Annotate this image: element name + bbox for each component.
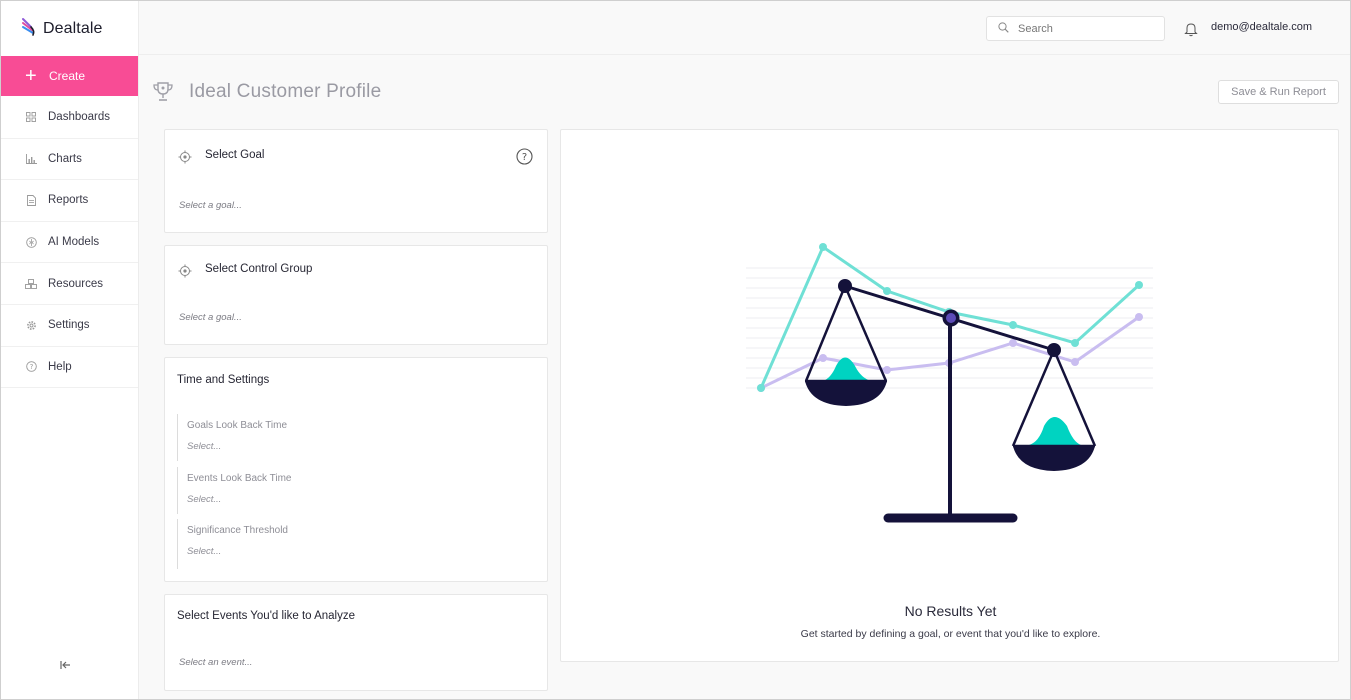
create-label: Create <box>49 69 86 83</box>
sidebar-item-label: AI Models <box>48 236 100 249</box>
sidebar-item-label: Help <box>48 360 72 373</box>
help-icon: ? <box>25 361 37 373</box>
setting-label: Goals Look Back Time <box>187 420 288 431</box>
trophy-icon <box>151 81 175 103</box>
time-settings-card: Time and Settings Goals Look Back Time S… <box>164 357 548 582</box>
select-goal-card: Select Goal ? Select a goal... <box>164 129 548 233</box>
select-events-card: Select Events You'd like to Analyze Sele… <box>164 594 548 691</box>
sidebar-nav: Dashboards Charts Reports AI Models Reso… <box>1 97 138 389</box>
search-input[interactable] <box>1018 22 1158 35</box>
search-box[interactable] <box>986 16 1165 41</box>
results-panel: No Results Yet Get started by defining a… <box>560 129 1339 662</box>
user-email[interactable]: demo@dealtale.com <box>1211 21 1312 33</box>
sidebar-item-help[interactable]: ? Help <box>1 347 138 389</box>
sidebar: Dealtale + Create Dashboards Charts Repo… <box>1 1 139 699</box>
question-icon[interactable]: ? <box>516 148 533 165</box>
target-icon <box>178 150 192 164</box>
plus-icon: + <box>25 65 37 87</box>
brand-name: Dealtale <box>43 20 103 37</box>
app-window: Dealtale + Create Dashboards Charts Repo… <box>0 0 1351 700</box>
bell-icon[interactable] <box>1184 21 1198 37</box>
sidebar-item-charts[interactable]: Charts <box>1 139 138 181</box>
goals-look-back-select[interactable]: Select... <box>187 441 517 452</box>
gear-icon <box>25 319 37 331</box>
goals-look-back-setting: Goals Look Back Time Select... <box>177 414 517 461</box>
no-results-title: No Results Yet <box>904 603 997 619</box>
brand[interactable]: Dealtale <box>21 17 103 41</box>
significance-threshold-select[interactable]: Select... <box>187 546 517 557</box>
sidebar-item-label: Reports <box>48 194 89 207</box>
select-events-title: Select Events You'd like to Analyze <box>177 610 356 622</box>
sidebar-item-ai-models[interactable]: AI Models <box>1 222 138 264</box>
resources-icon <box>25 278 37 290</box>
target-icon <box>178 264 192 278</box>
select-control-group-title: Select Control Group <box>205 263 313 275</box>
time-settings-title: Time and Settings <box>177 374 270 386</box>
balance-scale-illustration <box>746 243 1153 523</box>
sidebar-item-label: Charts <box>48 152 82 165</box>
search-icon <box>998 20 1009 38</box>
events-look-back-setting: Events Look Back Time Select... <box>177 467 517 514</box>
dealtale-logo-icon <box>21 17 39 42</box>
sidebar-item-settings[interactable]: Settings <box>1 305 138 347</box>
no-results-subtitle: Get started by defining a goal, or event… <box>800 628 1101 640</box>
sidebar-item-reports[interactable]: Reports <box>1 180 138 222</box>
chart-icon <box>25 153 37 165</box>
select-control-group-card: Select Control Group Select a goal... <box>164 245 548 345</box>
report-icon <box>25 194 37 206</box>
sidebar-item-dashboards[interactable]: Dashboards <box>1 97 138 139</box>
svg-text:?: ? <box>522 152 527 163</box>
topbar: demo@dealtale.com <box>139 1 1350 55</box>
sidebar-item-label: Settings <box>48 319 90 332</box>
select-event-dropdown[interactable]: Select an event... <box>179 657 252 668</box>
setting-label: Events Look Back Time <box>187 473 292 484</box>
svg-text:?: ? <box>29 363 33 371</box>
events-look-back-select[interactable]: Select... <box>187 494 517 505</box>
select-goal-title: Select Goal <box>205 149 265 161</box>
page-title: Ideal Customer Profile <box>189 81 382 102</box>
select-goal-dropdown[interactable]: Select a goal... <box>179 200 242 211</box>
select-control-group-dropdown[interactable]: Select a goal... <box>179 312 242 323</box>
collapse-sidebar-icon[interactable] <box>59 658 73 672</box>
dashboard-icon <box>25 111 37 123</box>
significance-threshold-setting: Significance Threshold Select... <box>177 519 517 569</box>
ai-icon <box>25 236 37 248</box>
setting-label: Significance Threshold <box>187 525 288 536</box>
create-button[interactable]: + Create <box>1 56 138 96</box>
sidebar-item-label: Resources <box>48 277 103 290</box>
sidebar-item-label: Dashboards <box>48 111 111 124</box>
sidebar-item-resources[interactable]: Resources <box>1 263 138 305</box>
save-run-report-button[interactable]: Save & Run Report <box>1218 80 1339 104</box>
